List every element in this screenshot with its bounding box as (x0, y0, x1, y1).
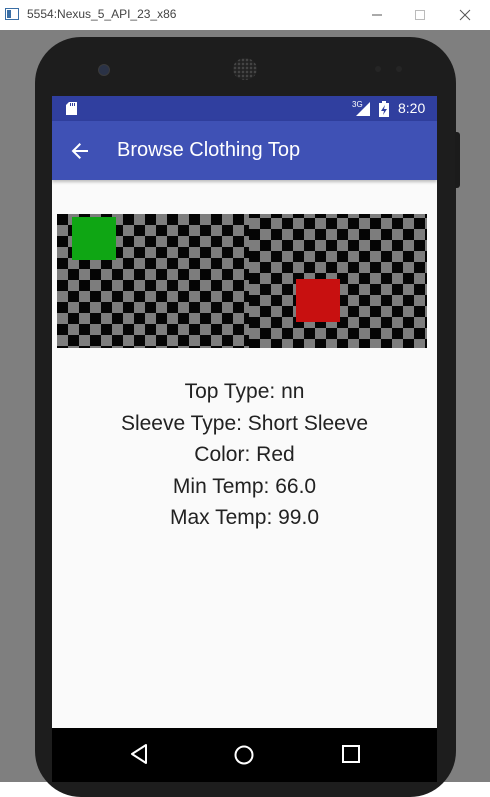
app-icon (5, 8, 19, 20)
sleeve-type-text: Sleeve Type: Short Sleeve (120, 411, 369, 435)
color-text: Color: Red (194, 443, 295, 466)
nav-back-icon[interactable] (128, 743, 150, 765)
proximity-sensor (375, 66, 381, 72)
device-screen: 3G 8:20 Browse Clothing Top Top Type: nn… (52, 96, 437, 782)
earpiece-speaker (233, 58, 257, 80)
nav-home-icon[interactable] (233, 744, 255, 766)
sd-card-icon (66, 102, 77, 115)
window-title: 5554:Nexus_5_API_23_x86 (27, 7, 177, 21)
green-square (72, 217, 116, 260)
navigation-bar (52, 728, 437, 782)
minimize-icon[interactable] (362, 4, 392, 26)
top-type-text: Top Type: nn (184, 380, 305, 403)
phone-side-button[interactable] (455, 132, 460, 188)
clothing-details: Top Type: nn Sleeve Type: Short Sleeve C… (52, 376, 437, 534)
light-sensor (396, 66, 402, 72)
status-bar: 3G 8:20 (52, 96, 437, 121)
front-camera (98, 64, 110, 76)
battery-charging-icon (379, 101, 389, 117)
status-clock: 8:20 (398, 100, 426, 116)
close-icon[interactable] (450, 4, 480, 26)
window-titlebar: 5554:Nexus_5_API_23_x86 (0, 0, 490, 30)
max-temp-text: Max Temp: 99.0 (169, 506, 320, 529)
arrow-left-icon[interactable] (66, 137, 94, 165)
clothing-image (57, 214, 427, 348)
page-title: Browse Clothing Top (117, 139, 301, 161)
red-square (296, 279, 340, 322)
maximize-icon[interactable] (405, 4, 435, 26)
signal-icon (356, 102, 370, 116)
nav-recents-icon[interactable] (342, 745, 360, 763)
app-bar: Browse Clothing Top (52, 121, 437, 180)
min-temp-text: Min Temp: 66.0 (172, 474, 317, 498)
